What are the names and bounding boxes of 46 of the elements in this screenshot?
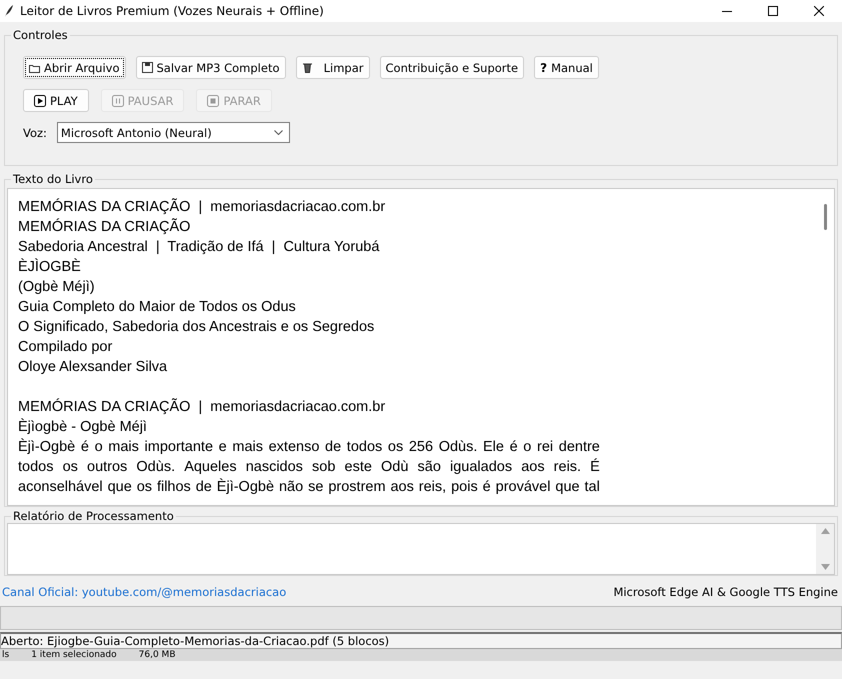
text-line: Èjìogbè - Ogbè Méjì: [18, 417, 148, 437]
toolbar-button[interactable]: Salvar MP3 Completo: [136, 56, 286, 79]
engine-label: Microsoft Edge AI & Google TTS Engine: [613, 585, 838, 599]
panel-title: Controles: [12, 28, 69, 42]
channel-link[interactable]: Canal Oficial: youtube.com/@memoriasdacriacao: [2, 585, 286, 599]
pause-icon: [112, 94, 124, 106]
scrollbar[interactable]: [816, 524, 834, 574]
toolbar-button[interactable]: Abrir Arquivo: [23, 56, 126, 79]
text-line: O Significado, Sabedoria dos Ancestrais e os Segredos: [18, 318, 376, 337]
text-line: MEMÓRIAS DA CRIAÇÃO: [18, 217, 192, 237]
toolbar-button[interactable]: Limpar: [296, 56, 370, 79]
trash-icon: [302, 62, 312, 73]
panel-title: Relatório de Processamento: [12, 509, 175, 523]
scroll-down-icon[interactable]: [820, 564, 830, 570]
toolbar-button[interactable]: ? Manual: [534, 56, 599, 79]
text-line: (Ogbè Méjì): [18, 278, 96, 297]
toolbar-button[interactable]: Contribuição e Suporte: [380, 56, 524, 79]
text-line: Guia Completo do Maior de Todos os Odus: [18, 298, 297, 317]
feather-icon: [4, 4, 14, 18]
text-line: Oloye Alexsander Silva: [18, 358, 168, 377]
playback-button[interactable]: PLAY: [23, 89, 89, 112]
text-line: ÈJÌOGBÈ: [18, 257, 82, 277]
status-bar: Aberto: Ejiogbe-Guia-Completo-Memorias-da-Criacao.pdf (5 blocos): [0, 632, 842, 649]
maximize-icon: [768, 6, 778, 16]
panel-title: Texto do Livro: [12, 172, 94, 186]
status-text: ls: [2, 650, 10, 660]
window-title: Leitor de Livros Premium (Vozes Neurais + Offline): [20, 4, 325, 18]
status-text: 1 item selecionado: [31, 650, 117, 660]
stop-icon: [207, 94, 220, 106]
chevron-down-icon: [274, 130, 283, 135]
close-icon: [814, 6, 824, 16]
report-area[interactable]: [7, 523, 835, 575]
scroll-up-icon[interactable]: [820, 528, 830, 534]
text-line: aconselhável que os filhos de Èjì-Ogbè não se prostrem aos reis, pois é provável que tal: [18, 477, 600, 497]
text-line: Sabedoria Ancestral | Tradição de Ifá | Cultura Yorubá: [18, 238, 380, 257]
text-line: Compilado por: [18, 338, 114, 357]
text-line: todos os outros Odùs. Aqueles nascidos sob este Odù são igualados aos reis. É: [18, 457, 600, 477]
scrollbar-thumb[interactable]: [824, 204, 827, 230]
text-line: MEMÓRIAS DA CRIAÇÃO | memoriasdacriacao.com.br: [18, 397, 386, 417]
text-line: Èjì-Ogbè é o mais importante e mais extenso de todos os 256 Odùs. Ele é o rei dentre: [18, 437, 600, 457]
text-line: MEMÓRIAS DA CRIAÇÃO | memoriasdacriacao.com.br: [18, 197, 386, 217]
voice-dropdown[interactable]: Microsoft Antonio (Neural): [56, 122, 290, 143]
status-text: 76,0 MB: [138, 650, 176, 660]
folder-icon: [29, 62, 40, 72]
play-icon: [34, 94, 46, 106]
voice-label: Voz:: [23, 126, 47, 140]
